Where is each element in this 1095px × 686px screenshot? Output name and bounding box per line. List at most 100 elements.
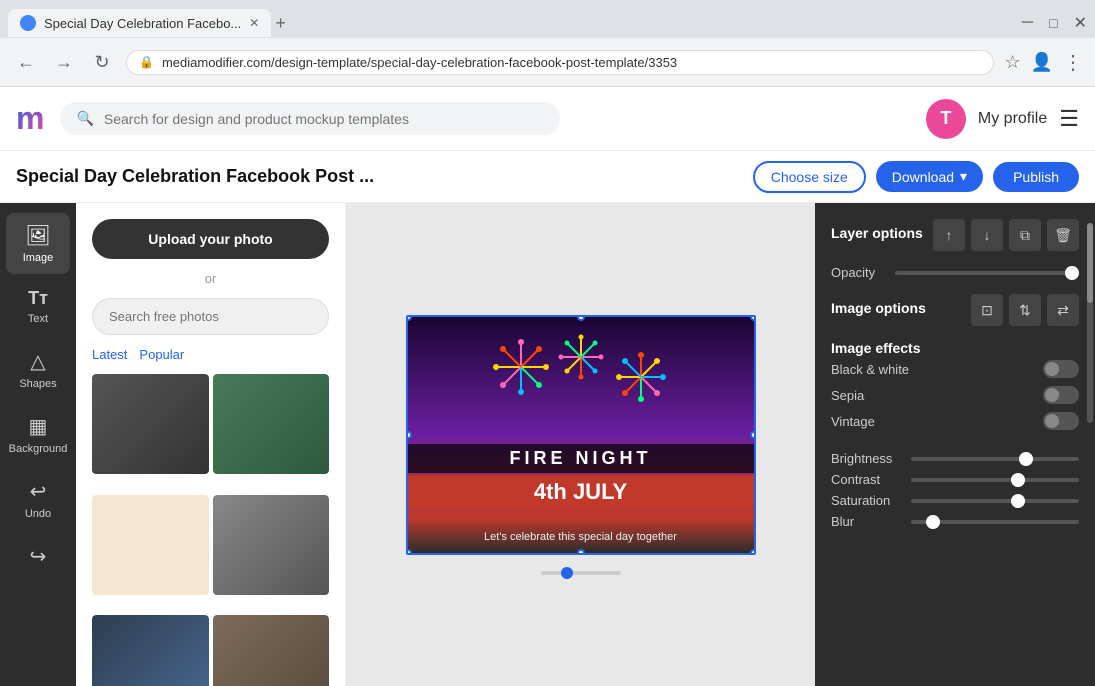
layer-move-up-button[interactable]: ↑ bbox=[933, 219, 965, 251]
url-text: mediamodifier.com/design-template/specia… bbox=[162, 55, 981, 70]
contrast-label: Contrast bbox=[831, 472, 901, 487]
fireworks-decoration bbox=[481, 327, 681, 447]
effect-sepia-toggle[interactable] bbox=[1043, 386, 1079, 404]
back-button[interactable]: ← bbox=[12, 48, 40, 76]
text-icon: Tт bbox=[28, 288, 48, 309]
tab-popular[interactable]: Popular bbox=[139, 347, 184, 362]
hamburger-menu-icon[interactable]: ☰ bbox=[1059, 106, 1079, 132]
minimize-icon[interactable]: ─ bbox=[1022, 14, 1033, 32]
list-item[interactable] bbox=[92, 615, 209, 686]
left-sidebar: 🖼 Image Tт Text △ Shapes ▦ Background ↩ … bbox=[0, 203, 76, 686]
image-options-section: Image options ⊡ ⇅ ⇄ bbox=[831, 294, 1079, 326]
sidebar-text-label: Text bbox=[28, 313, 48, 325]
effect-vintage-toggle[interactable] bbox=[1043, 412, 1079, 430]
menu-icon[interactable]: ⋮ bbox=[1063, 50, 1083, 75]
blur-label: Blur bbox=[831, 514, 901, 529]
bookmark-icon[interactable]: ☆ bbox=[1004, 52, 1020, 73]
resize-handle-top-left[interactable] bbox=[406, 315, 412, 321]
sidebar-item-text[interactable]: Tт Text bbox=[6, 278, 70, 335]
image-icon: 🖼 bbox=[25, 223, 50, 248]
photo-tabs: Latest Popular bbox=[92, 347, 329, 362]
flip-vertical-button[interactable]: ⇅ bbox=[1009, 294, 1041, 326]
sidebar-item-background[interactable]: ▦ Background bbox=[6, 404, 70, 465]
list-item[interactable] bbox=[213, 374, 330, 491]
sidebar-item-image[interactable]: 🖼 Image bbox=[6, 213, 70, 274]
download-button[interactable]: Download ▾ bbox=[876, 161, 983, 192]
resize-handle-middle-right[interactable] bbox=[750, 431, 756, 439]
saturation-slider[interactable] bbox=[911, 499, 1079, 503]
layer-delete-button[interactable]: 🗑 bbox=[1047, 219, 1079, 251]
sidebar-image-label: Image bbox=[23, 252, 54, 264]
avatar[interactable]: T bbox=[926, 99, 966, 139]
resize-handle-bottom-left[interactable] bbox=[406, 549, 412, 555]
sidebar-undo-label: Undo bbox=[25, 508, 51, 520]
effect-sepia-label: Sepia bbox=[831, 388, 864, 403]
image-option-buttons: ⊡ ⇅ ⇄ bbox=[971, 294, 1079, 326]
contrast-row: Contrast bbox=[831, 469, 1079, 490]
resize-handle-bottom-right[interactable] bbox=[750, 549, 756, 555]
brightness-label: Brightness bbox=[831, 451, 901, 466]
saturation-row: Saturation bbox=[831, 490, 1079, 511]
search-input[interactable] bbox=[104, 111, 545, 127]
blur-row: Blur bbox=[831, 511, 1079, 532]
close-icon[interactable]: ✕ bbox=[1074, 13, 1087, 33]
subtitle-text: Let's celebrate this special day togethe… bbox=[408, 531, 754, 543]
profile-section: T My profile ☰ bbox=[926, 99, 1079, 139]
scrollbar-thumb[interactable] bbox=[1087, 223, 1093, 303]
date-text: 4th JULY bbox=[408, 475, 754, 509]
canvas-image[interactable]: FIRE NIGHT 4th JULY Let's celebrate this… bbox=[406, 315, 756, 555]
account-icon[interactable]: 👤 bbox=[1031, 52, 1053, 73]
crop-button[interactable]: ⊡ bbox=[971, 294, 1003, 326]
tab-close-icon[interactable]: ✕ bbox=[249, 16, 259, 30]
list-item[interactable] bbox=[213, 495, 330, 612]
photo-panel: Upload your photo or Latest Popular bbox=[76, 203, 346, 686]
tab-latest[interactable]: Latest bbox=[92, 347, 127, 362]
upload-photo-button[interactable]: Upload your photo bbox=[92, 219, 329, 259]
maximize-icon[interactable]: □ bbox=[1049, 15, 1057, 31]
brightness-slider[interactable] bbox=[911, 457, 1079, 461]
refresh-button[interactable]: ↻ bbox=[88, 48, 116, 76]
resize-handle-bottom-middle[interactable] bbox=[577, 549, 585, 555]
opacity-row: Opacity bbox=[831, 265, 1079, 280]
contrast-slider[interactable] bbox=[911, 478, 1079, 482]
publish-button[interactable]: Publish bbox=[993, 162, 1079, 192]
profile-label[interactable]: My profile bbox=[978, 110, 1047, 128]
scrollbar-track[interactable] bbox=[1087, 223, 1093, 423]
resize-handle-middle-left[interactable] bbox=[406, 431, 412, 439]
photo-grid bbox=[92, 374, 329, 686]
search-bar[interactable]: 🔍 bbox=[60, 102, 560, 135]
choose-size-button[interactable]: Choose size bbox=[753, 161, 866, 193]
sidebar-item-undo[interactable]: ↩ Undo bbox=[6, 469, 70, 530]
effect-bw-label: Black & white bbox=[831, 362, 909, 377]
page-title-bar: Special Day Celebration Facebook Post ..… bbox=[0, 151, 1095, 203]
zoom-track[interactable] bbox=[541, 571, 621, 575]
shapes-icon: △ bbox=[30, 349, 45, 374]
undo-icon: ↩ bbox=[30, 479, 47, 504]
chevron-down-icon: ▾ bbox=[960, 168, 967, 185]
forward-button[interactable]: → bbox=[50, 48, 78, 76]
sidebar-item-redo[interactable]: ↪ bbox=[6, 534, 70, 583]
layer-options-section: Layer options ↑ ↓ ⧉ 🗑 bbox=[831, 219, 1079, 251]
list-item[interactable] bbox=[213, 615, 330, 686]
logo[interactable]: m bbox=[16, 100, 44, 137]
browser-tab[interactable]: Special Day Celebration Facebo... ✕ bbox=[8, 9, 271, 37]
new-tab-button[interactable]: + bbox=[275, 13, 286, 34]
image-effects-label: Image effects bbox=[831, 340, 920, 356]
redo-icon: ↪ bbox=[30, 544, 47, 569]
layer-move-down-button[interactable]: ↓ bbox=[971, 219, 1003, 251]
list-item[interactable] bbox=[92, 495, 209, 612]
sidebar-item-shapes[interactable]: △ Shapes bbox=[6, 339, 70, 400]
blur-slider[interactable] bbox=[911, 520, 1079, 524]
image-effects-section: Image effects Black & white Sepia Vintag… bbox=[831, 340, 1079, 434]
layer-options-label: Layer options bbox=[831, 225, 923, 241]
effect-bw-toggle[interactable] bbox=[1043, 360, 1079, 378]
resize-handle-top-right[interactable] bbox=[750, 315, 756, 321]
opacity-slider[interactable] bbox=[895, 271, 1079, 275]
search-photos-input[interactable] bbox=[92, 298, 329, 335]
resize-handle-top-middle[interactable] bbox=[577, 315, 585, 321]
flip-horizontal-button[interactable]: ⇄ bbox=[1047, 294, 1079, 326]
canvas-area: FIRE NIGHT 4th JULY Let's celebrate this… bbox=[346, 203, 815, 686]
layer-duplicate-button[interactable]: ⧉ bbox=[1009, 219, 1041, 251]
list-item[interactable] bbox=[92, 374, 209, 491]
search-icon: 🔍 bbox=[76, 110, 93, 127]
